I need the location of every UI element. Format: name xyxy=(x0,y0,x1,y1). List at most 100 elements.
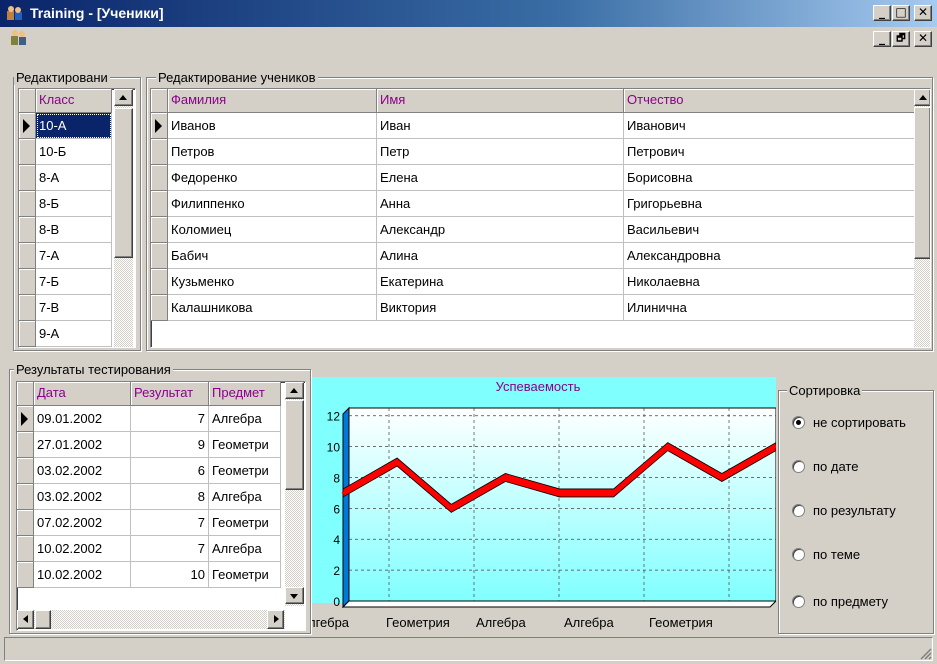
name-cell[interactable]: Елена xyxy=(377,165,624,191)
current-row-indicator-icon[interactable] xyxy=(19,113,36,139)
scroll-left-button[interactable] xyxy=(17,610,34,629)
class-cell[interactable]: 8-А xyxy=(36,165,112,191)
current-row-indicator-icon[interactable] xyxy=(17,406,34,432)
subject-cell[interactable]: Геометри xyxy=(209,458,281,484)
class-cell[interactable]: 8-Б xyxy=(36,191,112,217)
results-horizontal-scrollbar[interactable] xyxy=(17,610,285,629)
row-indicator[interactable] xyxy=(19,269,36,295)
date-cell[interactable]: 10.02.2002 xyxy=(34,536,131,562)
horizontal-scroll-thumb[interactable] xyxy=(35,610,51,629)
radio-button-icon[interactable] xyxy=(792,504,805,517)
radio-button-icon[interactable] xyxy=(792,460,805,473)
scroll-right-button[interactable] xyxy=(267,610,284,629)
radio-button-icon[interactable] xyxy=(792,595,805,608)
current-row-indicator-icon[interactable] xyxy=(151,113,168,139)
row-indicator[interactable] xyxy=(17,458,34,484)
date-cell[interactable]: 27.01.2002 xyxy=(34,432,131,458)
result-row[interactable]: 27.01.2002 9 Геометри xyxy=(17,432,305,458)
surname-cell[interactable]: Петров xyxy=(168,139,377,165)
student-row[interactable]: Коломиец Александр Васильевич xyxy=(151,217,930,243)
date-cell[interactable]: 09.01.2002 xyxy=(34,406,131,432)
name-cell[interactable]: Екатерина xyxy=(377,269,624,295)
class-cell[interactable]: 10-А xyxy=(36,113,112,139)
class-cell[interactable]: 7-Б xyxy=(36,269,112,295)
name-cell[interactable]: Петр xyxy=(377,139,624,165)
row-indicator[interactable] xyxy=(17,432,34,458)
result-cell[interactable]: 9 xyxy=(131,432,209,458)
patronymic-cell[interactable]: Иванович xyxy=(624,113,915,139)
row-indicator[interactable] xyxy=(17,510,34,536)
name-cell[interactable]: Иван xyxy=(377,113,624,139)
student-row[interactable]: Петров Петр Петрович xyxy=(151,139,930,165)
subject-cell[interactable]: Геометри xyxy=(209,510,281,536)
surname-cell[interactable]: Бабич xyxy=(168,243,377,269)
students-grid[interactable]: Фамилия Имя Отчество Иванов Иван Иванович П… xyxy=(150,88,931,348)
scroll-down-button[interactable] xyxy=(285,587,304,604)
resize-grip-icon[interactable] xyxy=(918,646,932,660)
subject-cell[interactable]: Геометри xyxy=(209,432,281,458)
patronymic-cell[interactable]: Борисовна xyxy=(624,165,915,191)
sort-by-subject-radio[interactable]: по предмету xyxy=(792,594,888,609)
patronymic-cell[interactable]: Васильевич xyxy=(624,217,915,243)
student-row[interactable]: Иванов Иван Иванович xyxy=(151,113,930,139)
subject-cell[interactable]: Алгебра xyxy=(209,484,281,510)
row-indicator[interactable] xyxy=(19,165,36,191)
surname-cell[interactable]: Иванов xyxy=(168,113,377,139)
classes-grid[interactable]: Класс 10-А 10-Б 8-А 8-Б 8-В 7-А 7-Б 7-В 9-А xyxy=(18,88,136,348)
patronymic-cell[interactable]: Николаевна xyxy=(624,269,915,295)
row-indicator[interactable] xyxy=(19,217,36,243)
result-cell[interactable]: 7 xyxy=(131,536,209,562)
column-header-result[interactable]: Результат xyxy=(131,382,209,406)
result-row[interactable]: 10.02.2002 7 Алгебра xyxy=(17,536,305,562)
date-cell[interactable]: 03.02.2002 xyxy=(34,484,131,510)
row-indicator[interactable] xyxy=(151,295,168,321)
surname-cell[interactable]: Филиппенко xyxy=(168,191,377,217)
minimize-button[interactable]: _ xyxy=(873,5,891,21)
row-indicator[interactable] xyxy=(19,243,36,269)
sort-by-topic-radio[interactable]: по теме xyxy=(792,547,860,562)
surname-cell[interactable]: Федоренко xyxy=(168,165,377,191)
student-row[interactable]: Филиппенко Анна Григорьевна xyxy=(151,191,930,217)
student-row[interactable]: Федоренко Елена Борисовна xyxy=(151,165,930,191)
patronymic-cell[interactable]: Илинична xyxy=(624,295,915,321)
subject-cell[interactable]: Алгебра xyxy=(209,536,281,562)
student-row[interactable]: Кузьменко Екатерина Николаевна xyxy=(151,269,930,295)
column-header-class[interactable]: Класс xyxy=(36,89,112,113)
date-cell[interactable]: 03.02.2002 xyxy=(34,458,131,484)
scroll-thumb[interactable] xyxy=(914,107,930,259)
sort-by-date-radio[interactable]: по дате xyxy=(792,459,858,474)
row-indicator[interactable] xyxy=(19,295,36,321)
row-indicator[interactable] xyxy=(151,139,168,165)
child-minimize-button[interactable]: _ xyxy=(873,31,891,47)
row-indicator[interactable] xyxy=(19,139,36,165)
column-header-patronymic[interactable]: Отчество xyxy=(624,89,915,113)
row-indicator[interactable] xyxy=(19,321,36,347)
student-row[interactable]: Калашникова Виктория Илинична xyxy=(151,295,930,321)
sort-by-result-radio[interactable]: по результату xyxy=(792,503,896,518)
surname-cell[interactable]: Калашникова xyxy=(168,295,377,321)
class-cell[interactable]: 7-В xyxy=(36,295,112,321)
subject-cell[interactable]: Алгебра xyxy=(209,406,281,432)
child-close-button[interactable]: ✕ xyxy=(914,31,932,47)
column-header-name[interactable]: Имя xyxy=(377,89,624,113)
radio-button-icon[interactable] xyxy=(792,416,805,429)
scroll-up-button[interactable] xyxy=(285,382,304,399)
surname-cell[interactable]: Коломиец xyxy=(168,217,377,243)
result-cell[interactable]: 7 xyxy=(131,510,209,536)
date-cell[interactable]: 10.02.2002 xyxy=(34,562,131,588)
scroll-thumb[interactable] xyxy=(114,108,133,258)
patronymic-cell[interactable]: Григорьевна xyxy=(624,191,915,217)
child-window-icon[interactable] xyxy=(10,29,28,47)
window-title-bar[interactable]: Training - [Ученики] _ □ ✕ xyxy=(0,0,937,27)
class-cell[interactable]: 8-В xyxy=(36,217,112,243)
result-row[interactable]: 03.02.2002 6 Геометри xyxy=(17,458,305,484)
subject-cell[interactable]: Геометри xyxy=(209,562,281,588)
name-cell[interactable]: Алина xyxy=(377,243,624,269)
row-indicator[interactable] xyxy=(151,243,168,269)
result-cell[interactable]: 7 xyxy=(131,406,209,432)
date-cell[interactable]: 07.02.2002 xyxy=(34,510,131,536)
student-row[interactable]: Бабич Алина Александровна xyxy=(151,243,930,269)
row-indicator[interactable] xyxy=(17,536,34,562)
classes-vertical-scrollbar[interactable] xyxy=(114,89,133,347)
row-indicator[interactable] xyxy=(17,562,34,588)
